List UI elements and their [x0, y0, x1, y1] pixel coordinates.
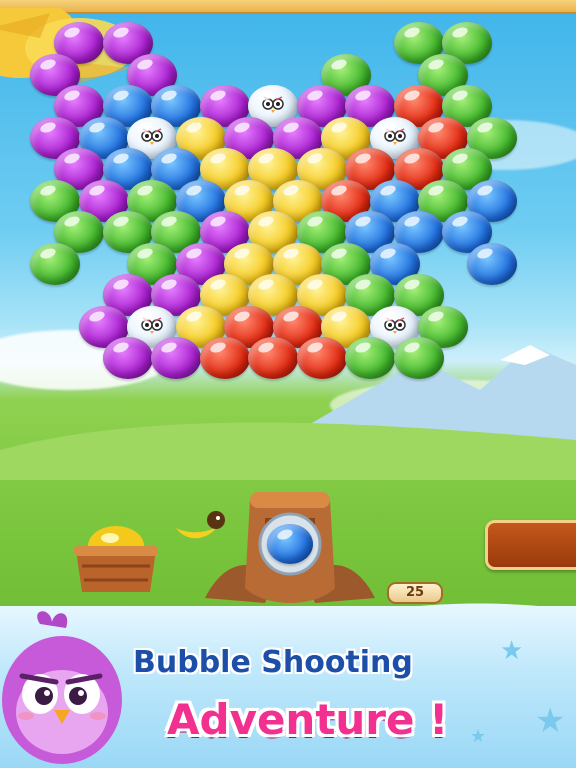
bubble-grid [0, 0, 576, 400]
red-bubble [296, 337, 347, 379]
purple-bubble [151, 337, 201, 379]
bird-face-icon [383, 316, 406, 334]
bird-face-icon [262, 96, 284, 113]
star-icon: ★ [500, 636, 524, 666]
purple-bubble [102, 337, 153, 379]
side-panel-button[interactable] [485, 520, 576, 570]
green-bubble [393, 337, 444, 379]
bird-face-icon [383, 127, 406, 145]
star-icon: ★ [470, 726, 487, 747]
blue-bubble [466, 242, 517, 285]
red-bubble [248, 337, 298, 379]
tagline-line1: Bubble Shooting [133, 645, 413, 680]
hill [0, 422, 576, 480]
purple-bird-mascot-icon [2, 611, 122, 764]
bubble-cannon[interactable] [195, 488, 385, 608]
next-bubble-basket[interactable] [70, 520, 162, 600]
red-bubble [199, 337, 250, 379]
green-bubble [30, 242, 80, 285]
game-screen[interactable]: 25 ★ ★ ★ Bubble Shooting Adventure ! [0, 0, 576, 768]
star-icon: ★ [535, 701, 566, 741]
bird-face-icon [141, 316, 163, 334]
bird-face-icon [141, 127, 163, 145]
green-bubble [345, 337, 395, 379]
basket-icon [74, 526, 158, 592]
loaded-bubble [267, 524, 313, 564]
tagline-line2: Adventure ! [167, 695, 449, 744]
